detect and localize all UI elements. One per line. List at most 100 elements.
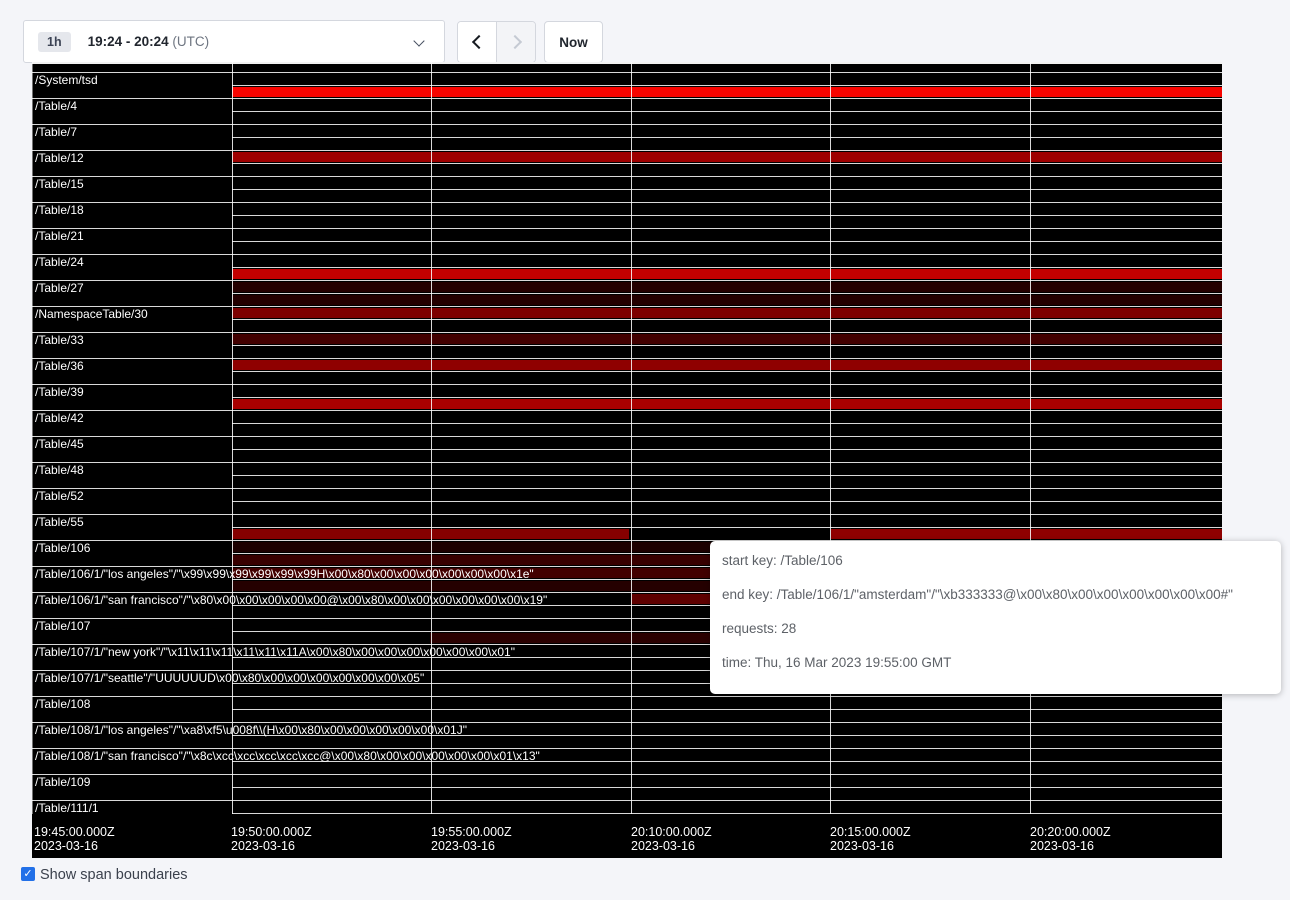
span-boundary-line: [232, 709, 1222, 710]
span-boundary-line: [32, 124, 1222, 125]
row-label: /Table/52: [35, 490, 84, 503]
heat-band: [232, 399, 1222, 409]
time-nav-group: [457, 21, 536, 63]
span-boundary-line: [32, 150, 1222, 151]
range-duration-badge: 1h: [38, 32, 71, 52]
row-label: /Table/107/1/"seattle"/"UUUUUUD\x00\x80\…: [35, 672, 424, 685]
x-axis-label: 20:15:00.000Z2023-03-16: [830, 825, 911, 853]
row-label: /Table/45: [35, 438, 84, 451]
span-boundary-line: [32, 254, 1222, 255]
row-label: /System/tsd: [35, 74, 98, 87]
span-boundary-line: [232, 475, 1222, 476]
column-boundary-line: [830, 62, 831, 814]
span-boundary-line: [232, 267, 1222, 268]
now-button[interactable]: Now: [544, 21, 603, 63]
row-label: /Table/48: [35, 464, 84, 477]
row-label: /Table/106/1/"los angeles"/"\x99\x99\x99…: [35, 568, 534, 581]
range-label: 19:24 - 20:24 (UTC): [88, 34, 210, 49]
chevron-right-icon: [507, 35, 521, 49]
row-label: /NamespaceTable/30: [35, 308, 148, 321]
show-span-boundaries-checkbox[interactable]: ✓: [21, 867, 35, 881]
span-boundary-line: [32, 488, 1222, 489]
chart-left-border: [32, 62, 33, 814]
cell-tooltip: start key: /Table/106 end key: /Table/10…: [710, 541, 1281, 694]
column-boundary-line: [631, 62, 632, 814]
tooltip-time: time: Thu, 16 Mar 2023 19:55:00 GMT: [722, 656, 1269, 670]
row-label: /Table/4: [35, 100, 77, 113]
span-boundary-line: [232, 423, 1222, 424]
span-boundary-line: [232, 241, 1222, 242]
span-boundary-line: [32, 774, 1222, 775]
span-boundary-line: [232, 137, 1222, 138]
row-label: /Table/108/1/"san francisco"/"\x8c\xcc\x…: [35, 750, 540, 763]
row-label: /Table/106: [35, 542, 90, 555]
span-boundary-line: [32, 436, 1222, 437]
chevron-down-icon: [413, 35, 424, 46]
next-interval-button[interactable]: [496, 22, 535, 62]
heat-band: [232, 282, 1222, 292]
span-boundary-line: [232, 449, 1222, 450]
show-span-boundaries-label[interactable]: Show span boundaries: [40, 867, 188, 883]
row-label: /Table/108: [35, 698, 90, 711]
span-boundary-line: [32, 696, 1222, 697]
span-boundary-line: [232, 527, 1222, 528]
span-boundary-line: [32, 800, 1222, 801]
span-boundary-line: [32, 358, 1222, 359]
prev-interval-button[interactable]: [458, 22, 496, 62]
span-boundary-line: [32, 72, 1222, 73]
row-label: /Table/109: [35, 776, 90, 789]
heat-band: [232, 308, 1222, 318]
span-boundary-line: [232, 345, 1222, 346]
heat-band: [831, 529, 1222, 539]
span-boundary-line: [232, 111, 1222, 112]
key-visualizer-page: 1h 19:24 - 20:24 (UTC) Now /System/tsd/T…: [0, 0, 1290, 900]
row-label: /Table/36: [35, 360, 84, 373]
row-label: /Table/24: [35, 256, 84, 269]
heat-band: [232, 360, 1222, 370]
heat-band: [232, 334, 1222, 344]
checkmark-icon: ✓: [23, 868, 32, 880]
chart-top-border: [32, 62, 1222, 64]
row-label: /Table/33: [35, 334, 84, 347]
span-boundary-line: [232, 397, 1222, 398]
tooltip-end-key: end key: /Table/106/1/"amsterdam"/"\xb33…: [722, 588, 1269, 602]
row-label: /Table/108/1/"los angeles"/"\xa8\xf5\u00…: [35, 724, 467, 737]
x-axis-label: 20:10:00.000Z2023-03-16: [631, 825, 712, 853]
span-boundary-line: [232, 215, 1222, 216]
span-boundary-line: [32, 332, 1222, 333]
span-boundary-line: [232, 501, 1222, 502]
span-boundary-line: [32, 514, 1222, 515]
heat-band: [232, 295, 1222, 305]
time-range-select[interactable]: 1h 19:24 - 20:24 (UTC): [23, 20, 445, 63]
x-axis-label: 20:20:00.000Z2023-03-16: [1030, 825, 1111, 853]
x-axis-label: 19:50:00.000Z2023-03-16: [231, 825, 312, 853]
span-boundary-line: [232, 371, 1222, 372]
span-boundary-line: [232, 163, 1222, 164]
row-label: /Table/111/1: [35, 802, 99, 815]
span-boundary-line: [32, 280, 1222, 281]
span-boundary-line: [32, 98, 1222, 99]
row-label: /Table/27: [35, 282, 84, 295]
span-boundary-line: [32, 384, 1222, 385]
row-label: /Table/55: [35, 516, 84, 529]
span-boundary-line: [32, 462, 1222, 463]
range-times: 19:24 - 20:24: [88, 34, 169, 49]
tooltip-start-key: start key: /Table/106: [722, 554, 1269, 568]
span-boundary-line: [232, 189, 1222, 190]
span-boundary-line: [232, 787, 1222, 788]
span-boundary-line: [232, 293, 1222, 294]
span-boundary-line: [232, 319, 1222, 320]
span-boundary-line: [32, 202, 1222, 203]
row-label: /Table/107/1/"new york"/"\x11\x11\x11\x1…: [35, 646, 515, 659]
x-axis-label: 19:45:00.000Z2023-03-16: [34, 825, 115, 853]
span-boundary-line: [32, 306, 1222, 307]
column-boundary-line: [232, 62, 233, 814]
span-boundary-line: [32, 410, 1222, 411]
keyvis-chart[interactable]: /System/tsd/Table/4/Table/7/Table/12/Tab…: [32, 62, 1222, 858]
span-boundary-line: [32, 176, 1222, 177]
heat-band: [232, 152, 1222, 162]
row-label: /Table/12: [35, 152, 84, 165]
row-label: /Table/106/1/"san francisco"/"\x80\x00\x…: [35, 594, 547, 607]
column-boundary-line: [1030, 62, 1031, 814]
x-axis-label: 19:55:00.000Z2023-03-16: [431, 825, 512, 853]
